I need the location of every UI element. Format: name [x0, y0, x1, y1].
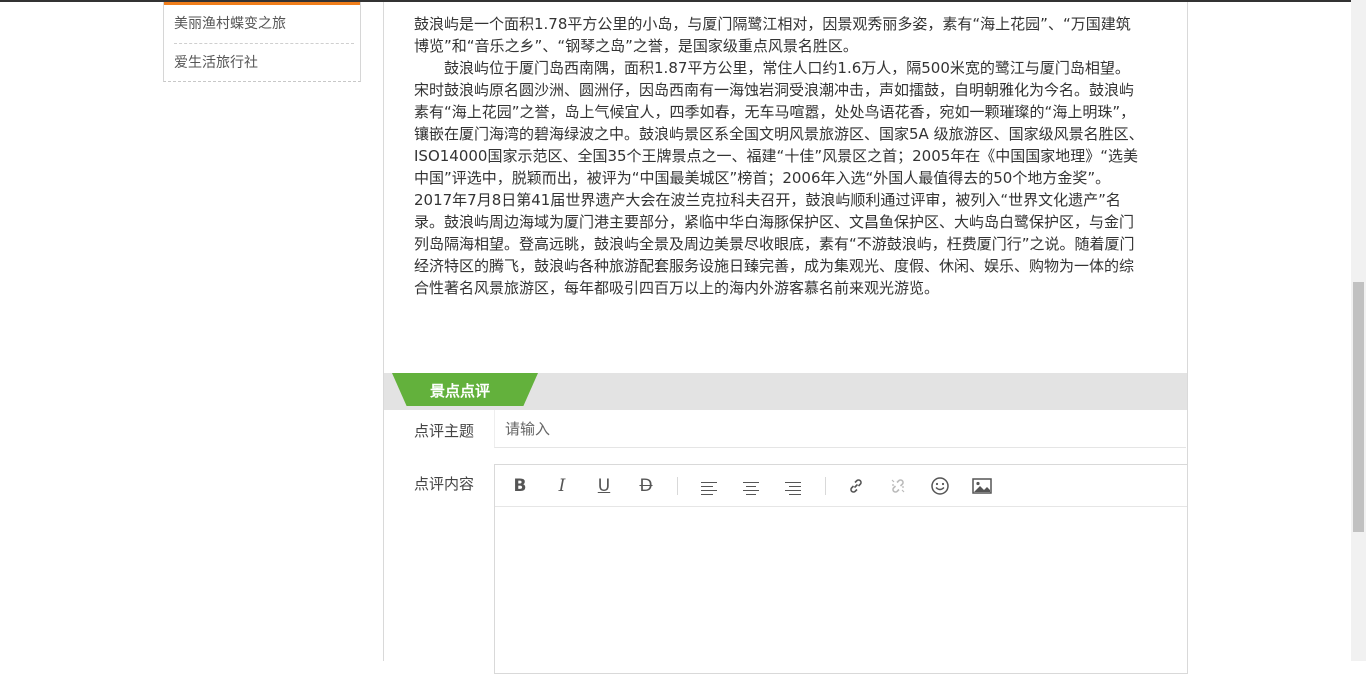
align-left-icon[interactable] [696, 473, 722, 499]
emoji-icon[interactable] [927, 473, 953, 499]
sidebar-item[interactable]: 爱生活旅行社 [174, 44, 354, 82]
unlink-icon[interactable] [885, 473, 911, 499]
review-section-title: 景点点评 [430, 382, 491, 400]
sidebar-item[interactable]: 美丽渔村蝶变之旅 [174, 5, 354, 44]
review-subject-input[interactable] [494, 410, 1186, 448]
strikethrough-button[interactable]: D [633, 473, 659, 499]
attraction-description: 鼓浪屿是一个面积1.78平方公里的小岛，与厦门隔鹭江相对，因景观秀丽多姿，素有“… [414, 13, 1144, 299]
description-paragraph: 鼓浪屿是一个面积1.78平方公里的小岛，与厦门隔鹭江相对，因景观秀丽多姿，素有“… [414, 15, 1131, 55]
toolbar-divider [825, 477, 826, 495]
link-icon[interactable] [843, 473, 869, 499]
image-icon[interactable] [969, 473, 995, 499]
italic-button[interactable]: I [549, 473, 575, 499]
main-content-panel: 鼓浪屿是一个面积1.78平方公里的小岛，与厦门隔鹭江相对，因景观秀丽多姿，素有“… [383, 2, 1188, 674]
page-scrollbar[interactable] [1351, 0, 1366, 661]
review-content-label: 点评内容 [414, 475, 475, 493]
rich-text-editor[interactable]: B I U D [494, 464, 1188, 674]
sidebar-related-list: 美丽渔村蝶变之旅 爱生活旅行社 [163, 2, 361, 82]
align-right-icon[interactable] [780, 473, 806, 499]
editor-toolbar: B I U D [495, 465, 1187, 507]
review-section-header: 景点点评 [384, 373, 1187, 410]
bold-button[interactable]: B [507, 473, 533, 499]
description-paragraph: 鼓浪屿位于厦门岛西南隅，面积1.87平方公里，常住人口约1.6万人，隔500米宽… [414, 59, 1144, 297]
underline-button[interactable]: U [591, 473, 617, 499]
align-center-icon[interactable] [738, 473, 764, 499]
scrollbar-thumb[interactable] [1353, 282, 1364, 532]
review-subject-label: 点评主题 [414, 422, 475, 440]
toolbar-divider [677, 477, 678, 495]
